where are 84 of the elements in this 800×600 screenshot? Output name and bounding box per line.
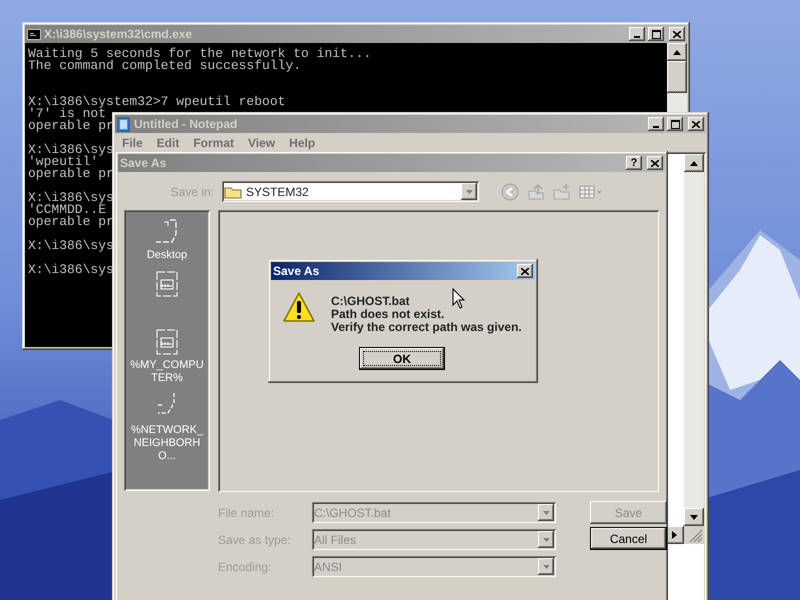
caret-icon bbox=[542, 564, 550, 568]
menu-item[interactable]: File bbox=[117, 134, 148, 152]
places-item[interactable]: %MY_COMPUTER% bbox=[127, 326, 207, 385]
window-title: Save As bbox=[273, 263, 320, 280]
back-icon[interactable] bbox=[501, 182, 519, 200]
dropdown-field[interactable]: ANSI bbox=[312, 556, 556, 577]
menu-item[interactable]: View bbox=[243, 134, 280, 152]
field-value: All Files bbox=[314, 532, 356, 548]
caret-icon bbox=[542, 538, 550, 542]
dropdown-field[interactable]: C:\GHOST.bat bbox=[312, 502, 556, 523]
console-line: X:\i386\sys bbox=[28, 192, 114, 204]
field-label: File name: bbox=[218, 504, 276, 522]
error-message-line: Verify the correct path was given. bbox=[331, 321, 522, 334]
dropdown-button[interactable] bbox=[461, 183, 477, 200]
resize-grip-icon bbox=[684, 526, 704, 544]
right-arrow-icon bbox=[672, 531, 676, 539]
error-message-line: C:\GHOST.bat bbox=[331, 295, 410, 308]
dropdown-field[interactable]: All Files bbox=[312, 529, 556, 550]
console-icon bbox=[27, 28, 41, 40]
field-label: Save as type: bbox=[218, 532, 292, 548]
scroll-down-button[interactable] bbox=[684, 508, 704, 526]
dropdown-button[interactable] bbox=[538, 531, 554, 548]
folder-icon bbox=[224, 184, 242, 198]
console-line: '7' is not bbox=[28, 108, 106, 120]
down-arrow-icon bbox=[690, 514, 698, 520]
console-line: operable pr bbox=[28, 168, 114, 180]
close-icon bbox=[692, 120, 700, 128]
scroll-up-button[interactable] bbox=[684, 154, 704, 172]
console-line: X:\i386\sys bbox=[28, 240, 114, 252]
close-icon bbox=[651, 160, 659, 166]
close-icon bbox=[673, 30, 681, 38]
places-label: %NETWORK_NEIGHBORHO... bbox=[130, 424, 204, 463]
location-value: SYSTEM32 bbox=[246, 184, 309, 200]
menu-item[interactable]: Format bbox=[188, 134, 240, 152]
up-arrow-icon bbox=[673, 50, 681, 54]
close-button[interactable] bbox=[669, 27, 685, 41]
error-message-line: Path does not exist. bbox=[331, 308, 444, 321]
scroll-up-button[interactable] bbox=[667, 43, 687, 61]
caret-icon bbox=[542, 510, 550, 514]
scroll-thumb[interactable] bbox=[667, 61, 687, 93]
maximize-icon bbox=[670, 120, 680, 128]
close-button[interactable] bbox=[517, 264, 533, 278]
help-button[interactable]: ? bbox=[626, 156, 642, 170]
places-label: %MY_COMPUTER% bbox=[129, 359, 205, 385]
console-line: operable pr bbox=[28, 216, 114, 228]
console-line: Waiting 5 seconds for the network to init... bbox=[28, 48, 372, 60]
console-line: X:\i386\sys bbox=[28, 264, 114, 276]
console-line: X:\i386\sys bbox=[28, 144, 114, 156]
minimize-button[interactable] bbox=[648, 117, 664, 131]
dropdown-button[interactable] bbox=[538, 504, 554, 521]
location-dropdown[interactable]: SYSTEM32 bbox=[222, 181, 479, 202]
console-line: operable pr bbox=[28, 120, 114, 132]
cursor-icon bbox=[452, 288, 465, 309]
places-item[interactable]: %NETWORK_NEIGHBORHO... bbox=[127, 391, 207, 463]
dropdown-button[interactable] bbox=[538, 558, 554, 575]
window-title: Untitled - Notepad bbox=[134, 116, 238, 133]
field-value: C:\GHOST.bat bbox=[314, 504, 391, 522]
window-title: X:\i386\system32\cmd.exe bbox=[44, 26, 194, 43]
console-line: 'CCMMDD..E bbox=[28, 204, 106, 216]
maximize-button[interactable] bbox=[648, 27, 664, 41]
close-icon bbox=[521, 268, 529, 274]
minimize-button[interactable] bbox=[629, 27, 645, 41]
field-label: Encoding: bbox=[218, 558, 272, 576]
field-label: Save in: bbox=[170, 184, 214, 200]
menu-item[interactable]: Help bbox=[284, 134, 320, 152]
console-line: 'wpeutil' bbox=[28, 156, 98, 168]
caret-icon bbox=[466, 190, 472, 194]
places-label: Desktop bbox=[146, 249, 188, 262]
maximize-icon bbox=[652, 30, 660, 38]
close-button[interactable] bbox=[647, 156, 663, 170]
up-arrow-icon bbox=[690, 160, 698, 166]
places-item[interactable]: Desktop bbox=[127, 216, 207, 262]
cancel-button[interactable]: Cancel bbox=[590, 527, 667, 550]
close-button[interactable] bbox=[688, 117, 704, 131]
ok-button[interactable]: OK bbox=[359, 347, 445, 370]
console-line: X:\i386\system32>7 wpeutil reboot bbox=[28, 96, 286, 108]
notepad-icon bbox=[117, 116, 131, 132]
maximize-button[interactable] bbox=[667, 117, 683, 131]
console-line: The command completed successfully. bbox=[28, 60, 302, 72]
window-title: Save As bbox=[120, 155, 168, 172]
field-value: ANSI bbox=[314, 558, 342, 576]
warning-icon bbox=[283, 292, 315, 322]
scrollbar[interactable] bbox=[684, 154, 704, 526]
menu-item[interactable]: Edit bbox=[152, 134, 184, 152]
